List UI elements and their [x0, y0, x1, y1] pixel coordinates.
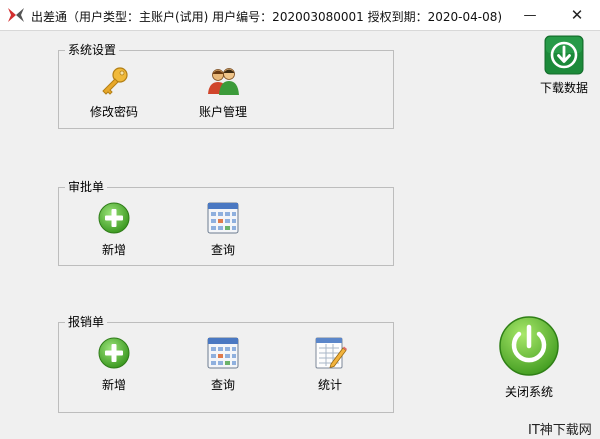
minimize-button[interactable]: — [508, 0, 552, 30]
change-password-label: 修改密码 [89, 105, 138, 119]
account-management-button[interactable]: 账户管理 [188, 65, 258, 120]
plus-circle-icon [79, 336, 149, 370]
approval-add-button[interactable]: 新增 [79, 201, 149, 258]
change-password-button[interactable]: 修改密码 [79, 65, 149, 120]
users-icon [188, 65, 258, 97]
close-system-button[interactable]: 关闭系统 [494, 315, 564, 400]
calendar-grid-icon [188, 201, 258, 235]
reimburse-statistics-label: 统计 [317, 378, 342, 392]
app-logo-icon [7, 7, 25, 23]
approval-query-label: 查询 [210, 243, 235, 257]
window-title: 出差通（用户类型：主账户(试用) 用户编号：202003080001 授权到期：… [31, 10, 503, 24]
key-icon [79, 65, 149, 97]
title-bar: 出差通（用户类型：主账户(试用) 用户编号：202003080001 授权到期：… [0, 0, 600, 31]
account-management-label: 账户管理 [198, 105, 247, 119]
download-data-button[interactable]: 下载数据 [536, 35, 592, 96]
approval-add-label: 新增 [101, 243, 126, 257]
reimburse-statistics-button[interactable]: 统计 [295, 336, 365, 393]
watermark-text: IT神下载网 [528, 423, 592, 438]
group-system-settings: 系统设置 修改密码 账户管理 [58, 43, 394, 129]
report-pencil-icon [295, 336, 365, 370]
power-icon [494, 315, 564, 377]
group-approval: 审批单 新增 查询 [58, 180, 394, 266]
download-data-label: 下载数据 [539, 81, 588, 95]
reimburse-query-label: 查询 [210, 378, 235, 392]
group-title-approval: 审批单 [65, 180, 108, 194]
approval-query-button[interactable]: 查询 [188, 201, 258, 258]
reimburse-add-button[interactable]: 新增 [79, 336, 149, 393]
reimburse-add-label: 新增 [101, 378, 126, 392]
group-reimbursement: 报销单 新增 查询 统计 [58, 315, 394, 413]
calendar-grid-icon [188, 336, 258, 370]
plus-circle-icon [79, 201, 149, 235]
close-window-button[interactable]: ✕ [555, 0, 599, 30]
reimburse-query-button[interactable]: 查询 [188, 336, 258, 393]
close-system-label: 关闭系统 [504, 385, 553, 399]
download-arrow-icon [536, 35, 592, 75]
group-title-reimbursement: 报销单 [65, 315, 108, 329]
group-title-system-settings: 系统设置 [65, 43, 120, 57]
